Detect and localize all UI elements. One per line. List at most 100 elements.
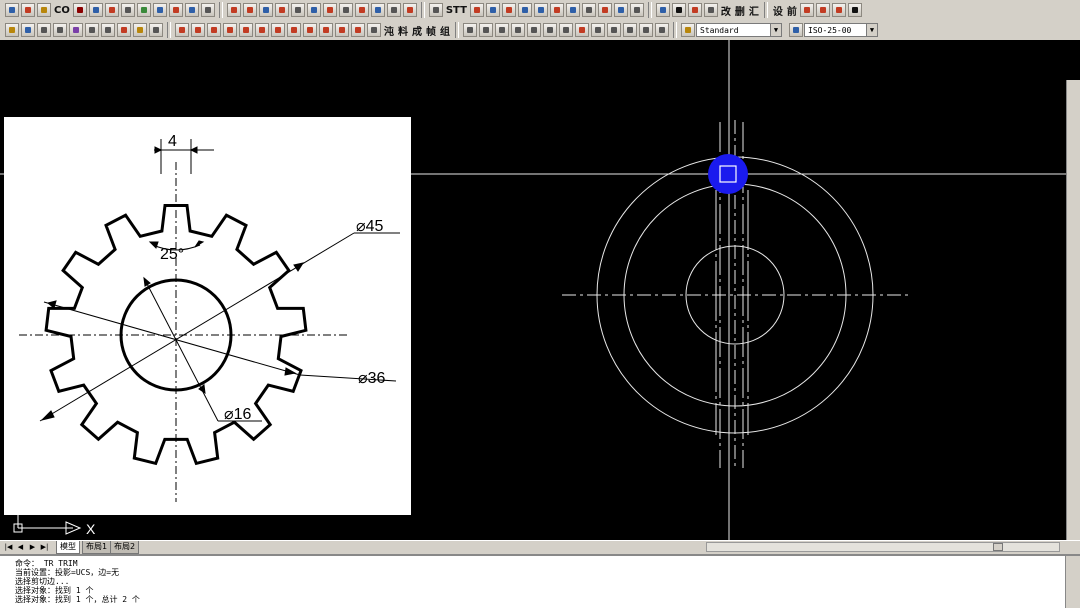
knurl-icon[interactable] — [351, 23, 365, 37]
tab-layout2[interactable]: 布局2 — [110, 541, 140, 554]
datum-icon[interactable] — [479, 23, 493, 37]
washer-tool-icon[interactable] — [306, 3, 321, 17]
material-button[interactable]: 料 — [398, 23, 408, 38]
modify-button[interactable]: 改 — [721, 3, 731, 18]
chaos-button[interactable]: 沌 — [384, 23, 394, 38]
calc-icon[interactable] — [168, 3, 183, 17]
countersink-icon[interactable] — [223, 23, 237, 37]
round-icon[interactable] — [303, 23, 317, 37]
weld-icon[interactable] — [511, 23, 525, 37]
thread-icon[interactable] — [239, 23, 253, 37]
polygon-icon[interactable] — [549, 3, 564, 17]
slot-icon[interactable] — [255, 23, 269, 37]
extend-icon[interactable] — [613, 3, 628, 17]
spring-tool-icon[interactable] — [242, 3, 257, 17]
form-button[interactable]: 成 — [412, 23, 422, 38]
bearing-tool-icon[interactable] — [354, 3, 369, 17]
layer-manager-icon[interactable] — [5, 23, 19, 37]
drawing-canvas[interactable]: 4 25° ⌀45 ⌀36 ⌀16 X — [0, 40, 1080, 580]
ellipse-icon[interactable] — [533, 3, 548, 17]
delete-button[interactable]: 删 — [735, 3, 745, 18]
hook-tool-icon[interactable] — [290, 3, 305, 17]
print-icon[interactable] — [671, 3, 686, 17]
table-icon[interactable] — [152, 3, 167, 17]
rivet-tool-icon[interactable] — [386, 3, 401, 17]
command-scrollbar[interactable] — [1065, 556, 1080, 608]
preview-icon[interactable] — [687, 3, 702, 17]
settings-icon[interactable] — [703, 3, 718, 17]
view-arrow-icon[interactable] — [591, 23, 605, 37]
save-icon[interactable] — [655, 3, 670, 17]
screw-tool-icon[interactable] — [402, 3, 417, 17]
match-icon[interactable] — [136, 3, 151, 17]
last-tab-icon[interactable]: ▶| — [40, 542, 49, 552]
leader-icon[interactable] — [527, 23, 541, 37]
horizontal-scrollbar[interactable] — [706, 542, 1060, 552]
frame-button[interactable]: 帧 — [426, 23, 436, 38]
nut-tool-icon[interactable] — [274, 3, 289, 17]
block-icon[interactable] — [104, 3, 119, 17]
text-tool-button[interactable]: STT — [446, 5, 467, 16]
open-file-icon[interactable] — [37, 3, 51, 17]
grid-edit-icon[interactable] — [37, 23, 51, 37]
grip-highlight[interactable] — [708, 154, 748, 194]
detail-view-icon[interactable] — [575, 23, 589, 37]
nc-icon[interactable] — [847, 3, 862, 17]
chamfer-icon[interactable] — [287, 23, 301, 37]
spline-icon[interactable] — [335, 23, 349, 37]
border-icon[interactable] — [831, 3, 846, 17]
next-tab-icon[interactable]: ▶ — [28, 542, 37, 552]
note-icon[interactable] — [543, 23, 557, 37]
link-icon[interactable] — [53, 23, 67, 37]
text-style-select[interactable]: Standard ▼ — [696, 23, 782, 37]
prev-tab-icon[interactable]: ◀ — [16, 542, 25, 552]
group-button[interactable]: 组 — [440, 23, 450, 38]
pin-tool-icon[interactable] — [322, 3, 337, 17]
tolerance-icon[interactable] — [463, 23, 477, 37]
gear-tool-icon[interactable] — [226, 3, 241, 17]
bolt-tool-icon[interactable] — [258, 3, 273, 17]
title-block-icon[interactable] — [815, 3, 830, 17]
roughness-icon[interactable] — [495, 23, 509, 37]
dim-style-select[interactable]: ISO-25-00 ▼ — [804, 23, 878, 37]
target-icon[interactable] — [149, 23, 163, 37]
fillet-icon[interactable] — [629, 3, 644, 17]
wrench-icon[interactable] — [133, 23, 147, 37]
setup-button[interactable]: 设 — [773, 3, 783, 18]
front-button[interactable]: 前 — [787, 3, 797, 18]
trim-icon[interactable] — [597, 3, 612, 17]
dimension-icon[interactable] — [21, 3, 35, 17]
table-edit-icon[interactable] — [21, 23, 35, 37]
mirror-icon[interactable] — [501, 3, 516, 17]
counterbore-icon[interactable] — [207, 23, 221, 37]
symmetry-icon[interactable] — [639, 23, 653, 37]
properties-icon[interactable] — [72, 3, 87, 17]
section-icon[interactable] — [428, 3, 443, 17]
copy-command-button[interactable]: CO — [54, 5, 70, 16]
break-line-icon[interactable] — [607, 23, 621, 37]
summary-button[interactable]: 汇 — [749, 3, 759, 18]
new-file-icon[interactable] — [5, 3, 19, 17]
balloon-icon[interactable] — [117, 23, 131, 37]
surface-icon[interactable] — [367, 23, 381, 37]
pencil-icon[interactable] — [85, 23, 99, 37]
offset-icon[interactable] — [581, 3, 596, 17]
bom-icon[interactable] — [655, 23, 669, 37]
horizontal-scroll-thumb[interactable] — [993, 543, 1003, 551]
hole-tool-icon[interactable] — [175, 23, 189, 37]
vertical-scrollbar[interactable] — [1066, 80, 1080, 580]
key-tool-icon[interactable] — [370, 3, 385, 17]
tab-layout1[interactable]: 布局1 — [82, 541, 112, 554]
keyway-icon[interactable] — [319, 23, 333, 37]
frame-icon[interactable] — [799, 3, 814, 17]
cut-line-icon[interactable] — [559, 23, 573, 37]
hole-depth-icon[interactable] — [191, 23, 205, 37]
groove-icon[interactable] — [271, 23, 285, 37]
shaft-tool-icon[interactable] — [338, 3, 353, 17]
measure-icon[interactable] — [120, 3, 135, 17]
first-tab-icon[interactable]: |◀ — [4, 542, 13, 552]
stamp-icon[interactable] — [101, 23, 115, 37]
command-window[interactable]: 命令： TR TRIM 当前设置：投影=UCS，边=无 选择剪切边... 选择对… — [0, 554, 1080, 608]
window-icon[interactable] — [200, 3, 215, 17]
layer-icon[interactable] — [88, 3, 103, 17]
